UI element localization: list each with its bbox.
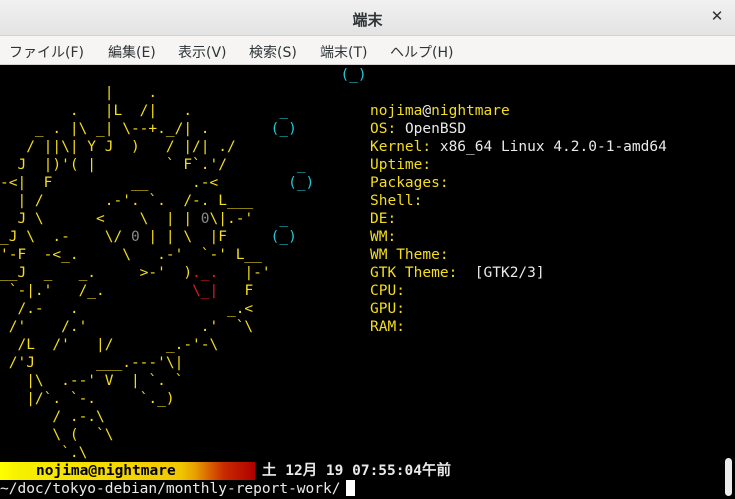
menu-terminal[interactable]: 端末(T) bbox=[320, 42, 367, 62]
terminal-window: 端末 ✕ ファイル(F) 編集(E) 表示(V) 検索(S) 端末(T) ヘルプ… bbox=[0, 0, 735, 499]
status-line: nojima@nightmare 土 12月 19 07:55:04午前 bbox=[0, 462, 735, 480]
terminal-area[interactable]: (_) | . . |L /| . _ _ . |\ _| \--+._/| .… bbox=[0, 65, 735, 499]
menu-file[interactable]: ファイル(F) bbox=[9, 42, 84, 62]
info-user: nojima bbox=[370, 103, 423, 119]
info-gtktheme-label: GTK Theme: bbox=[370, 265, 458, 281]
info-gtktheme-value: [GTK2/3] bbox=[474, 265, 545, 281]
menu-help[interactable]: ヘルプ(H) bbox=[390, 42, 453, 62]
info-wm-label: WM: bbox=[370, 229, 397, 245]
info-host: nightmare bbox=[431, 103, 510, 119]
scrollbar-thumb[interactable] bbox=[725, 458, 732, 496]
info-cpu-label: CPU: bbox=[370, 283, 405, 299]
info-wmtheme-label: WM Theme: bbox=[370, 247, 449, 263]
info-kernel-value: x86_64 Linux 4.2.0-1-amd64 bbox=[439, 139, 667, 155]
info-os-value: OpenBSD bbox=[404, 121, 467, 137]
info-de-label: DE: bbox=[370, 211, 397, 227]
menu-edit[interactable]: 編集(E) bbox=[108, 42, 156, 62]
info-at: @ bbox=[422, 103, 432, 119]
info-uptime-label: Uptime: bbox=[370, 157, 432, 173]
info-shell-label: Shell: bbox=[370, 193, 423, 209]
ascii-art-logo: (_) | . . |L /| . _ _ . |\ _| \--+._/| .… bbox=[0, 67, 367, 461]
menu-search[interactable]: 検索(S) bbox=[249, 42, 297, 62]
system-info: nojima@nightmare OS: OpenBSD Kernel: x86… bbox=[370, 102, 667, 336]
status-username: nojima@nightmare bbox=[36, 463, 176, 479]
window-title: 端末 bbox=[352, 11, 383, 29]
info-ram-label: RAM: bbox=[370, 319, 405, 335]
status-datetime: 土 12月 19 07:55:04午前 bbox=[262, 463, 451, 479]
info-os-label: OS: bbox=[370, 121, 397, 137]
close-icon[interactable]: ✕ bbox=[709, 8, 725, 24]
title-bar[interactable]: 端末 ✕ bbox=[0, 0, 735, 36]
prompt-path: ~/doc/tokyo-debian/monthly-report-work/ bbox=[0, 481, 341, 497]
info-kernel-label: Kernel: bbox=[370, 139, 432, 155]
info-packages-label: Packages: bbox=[370, 175, 449, 191]
info-gpu-label: GPU: bbox=[370, 301, 405, 317]
text-cursor bbox=[346, 480, 356, 496]
menu-bar: ファイル(F) 編集(E) 表示(V) 検索(S) 端末(T) ヘルプ(H) bbox=[0, 36, 735, 65]
shell-prompt[interactable]: ~/doc/tokyo-debian/monthly-report-work/ bbox=[0, 480, 356, 498]
menu-view[interactable]: 表示(V) bbox=[178, 42, 227, 62]
